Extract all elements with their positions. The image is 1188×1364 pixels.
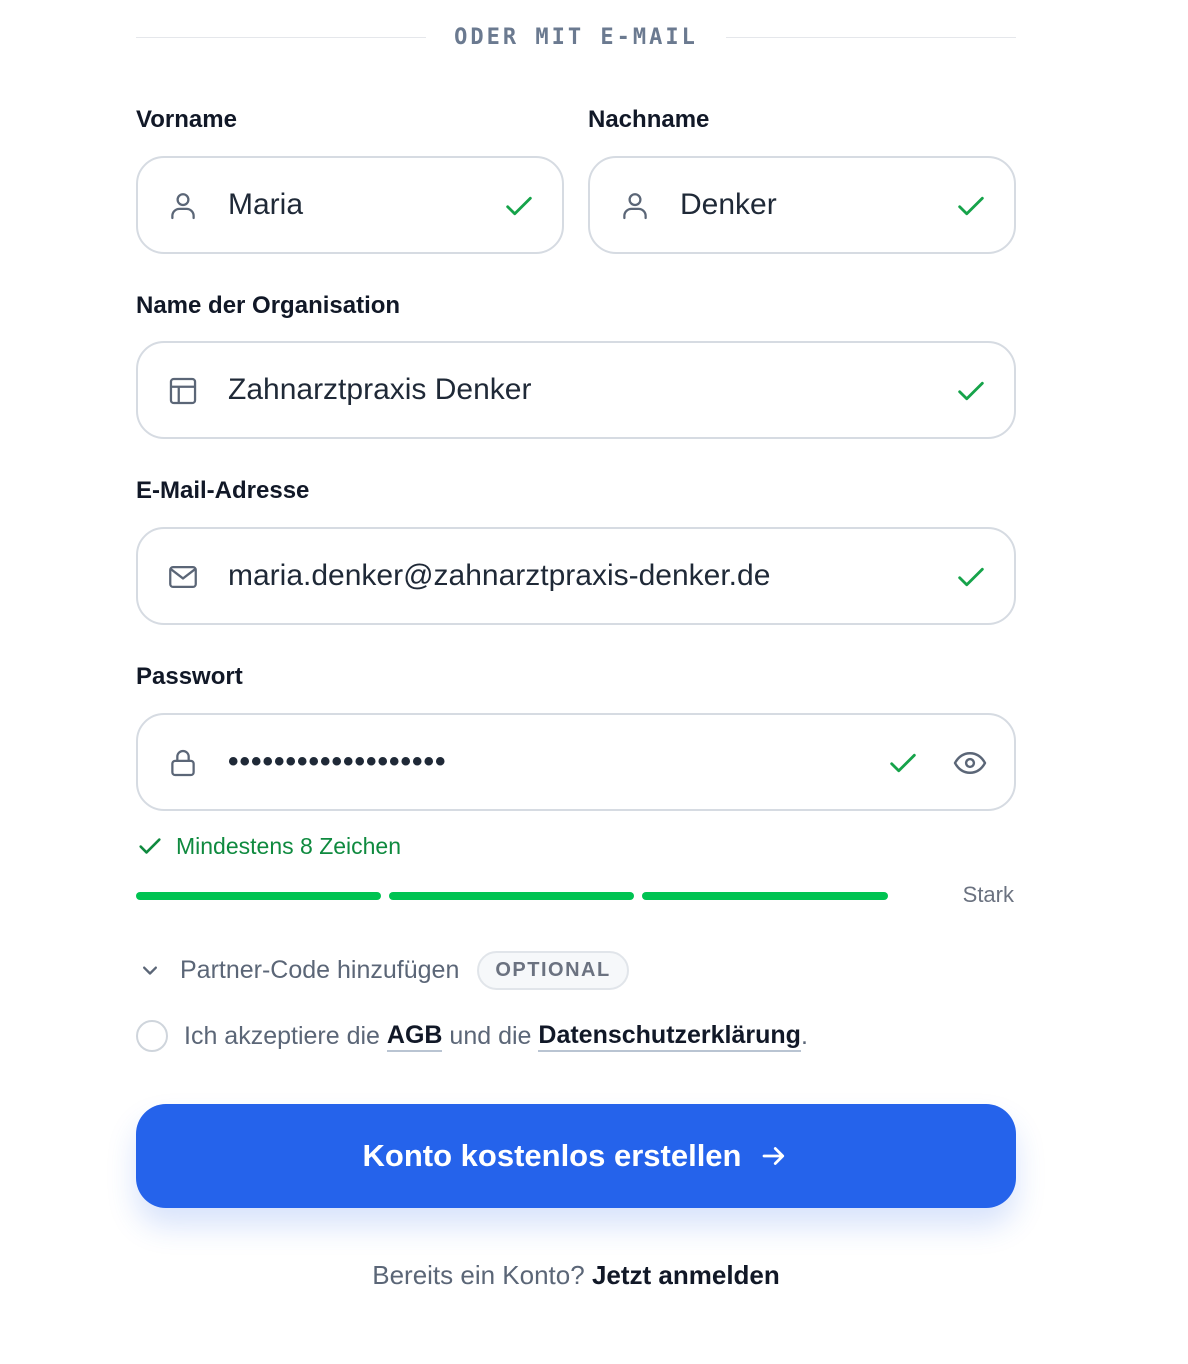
create-account-button[interactable]: Konto kostenlos erstellen bbox=[136, 1104, 1016, 1208]
password-value: ••••••••••••••••••• bbox=[228, 745, 447, 778]
agb-link[interactable]: AGB bbox=[386, 1021, 443, 1052]
login-prompt: Bereits ein Konto? Jetzt anmelden bbox=[136, 1260, 1016, 1291]
password-hint-text: Mindestens 8 Zeichen bbox=[176, 832, 402, 859]
organization-value: Zahnarztpraxis Denker bbox=[228, 373, 532, 406]
partner-code-toggle[interactable]: Partner-Code hinzufügen OPTIONAL bbox=[136, 950, 629, 990]
check-icon bbox=[139, 838, 161, 854]
login-question: Bereits ein Konto? bbox=[372, 1260, 592, 1290]
create-account-label: Konto kostenlos erstellen bbox=[362, 1138, 742, 1173]
first-name-label: Vorname bbox=[136, 106, 237, 133]
terms-suffix: . bbox=[800, 1021, 808, 1050]
eye-icon[interactable] bbox=[952, 745, 988, 781]
partner-code-label: Partner-Code hinzufügen bbox=[180, 955, 460, 984]
email-value: maria.denker@zahnarztpraxis-denker.de bbox=[228, 559, 771, 592]
divider-line-right bbox=[725, 36, 1016, 38]
terms-prefix: Ich akzeptiere die bbox=[184, 1021, 387, 1050]
privacy-link[interactable]: Datenschutzerklärung bbox=[538, 1021, 801, 1052]
last-name-label: Nachname bbox=[588, 106, 710, 133]
building-icon bbox=[169, 377, 197, 405]
first-name-field[interactable]: Maria bbox=[136, 156, 564, 254]
arrow-right-icon bbox=[763, 1147, 785, 1165]
check-icon bbox=[958, 196, 984, 216]
strength-label: Stark bbox=[962, 882, 1014, 907]
terms-checkbox[interactable] bbox=[136, 1020, 168, 1052]
last-name-field[interactable]: Denker bbox=[588, 156, 1016, 254]
check-icon bbox=[890, 753, 916, 773]
optional-badge: OPTIONAL bbox=[477, 950, 629, 990]
chevron-down-icon bbox=[143, 966, 157, 975]
email-divider: ODER MIT E-MAIL bbox=[136, 20, 1016, 54]
password-field[interactable]: ••••••••••••••••••• bbox=[136, 713, 1016, 811]
first-name-value: Maria bbox=[228, 188, 304, 221]
strength-segment-1 bbox=[136, 892, 381, 900]
terms-middle: und die bbox=[442, 1021, 539, 1050]
organization-field[interactable]: Zahnarztpraxis Denker bbox=[136, 341, 1016, 439]
check-icon bbox=[958, 567, 984, 587]
mail-icon bbox=[169, 565, 197, 589]
login-link[interactable]: Jetzt anmelden bbox=[592, 1260, 780, 1290]
password-label: Passwort bbox=[136, 663, 243, 690]
signup-form: ODER MIT E-MAIL Vorname Maria Nachname D… bbox=[136, 0, 1016, 1364]
lock-icon bbox=[171, 749, 195, 777]
check-icon bbox=[958, 381, 984, 401]
password-strength-meter bbox=[136, 892, 1016, 902]
email-field[interactable]: maria.denker@zahnarztpraxis-denker.de bbox=[136, 527, 1016, 625]
strength-segment-2 bbox=[389, 892, 634, 900]
divider-line-left bbox=[136, 36, 427, 38]
user-icon bbox=[171, 193, 195, 220]
password-hint: Mindestens 8 Zeichen bbox=[136, 828, 401, 864]
organization-label: Name der Organisation bbox=[136, 292, 401, 319]
user-icon bbox=[623, 193, 647, 220]
strength-segment-3 bbox=[642, 892, 888, 900]
divider-text: ODER MIT E-MAIL bbox=[454, 24, 698, 50]
last-name-value: Denker bbox=[680, 188, 777, 221]
check-icon bbox=[506, 196, 532, 216]
email-label: E-Mail-Adresse bbox=[136, 477, 310, 504]
terms-row: Ich akzeptiere die AGB und die Datenschu… bbox=[136, 1016, 808, 1056]
